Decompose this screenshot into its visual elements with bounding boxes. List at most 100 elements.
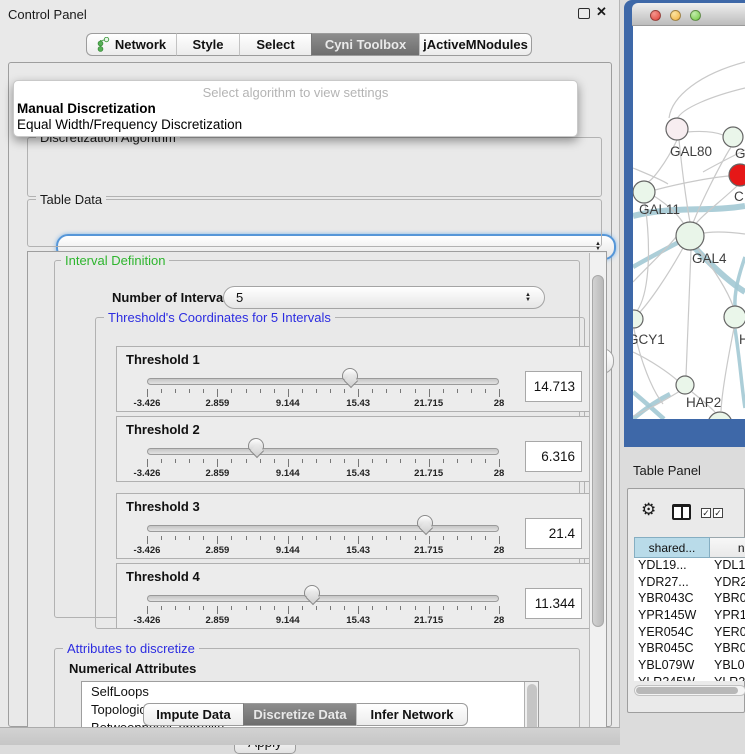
threshold-slider[interactable]: -3.4262.8599.14415.4321.71528 — [117, 494, 517, 560]
slider-track[interactable] — [147, 448, 499, 455]
table-row[interactable]: YBR045CYBR0 — [634, 641, 745, 658]
table-panel-title: Table Panel — [633, 463, 701, 478]
slider-track[interactable] — [147, 525, 499, 532]
threshold-value-field[interactable]: 14.713 — [525, 371, 582, 402]
checkbox-icon[interactable]: ✓ — [713, 508, 723, 518]
threshold-value-field[interactable]: 6.316 — [525, 441, 582, 472]
table-cell[interactable]: YDR27... — [634, 575, 710, 592]
minimize-traffic-light-icon[interactable] — [670, 10, 681, 21]
slider-thumb[interactable] — [248, 438, 264, 451]
table-row[interactable]: YER054CYER0 — [634, 625, 745, 642]
slider-track[interactable] — [147, 378, 499, 385]
panel-bottom-strip — [0, 727, 620, 745]
column-header[interactable]: shared... — [634, 537, 710, 558]
threshold-value-field[interactable]: 21.4 — [525, 518, 582, 549]
table-cell[interactable]: YBR0 — [710, 591, 745, 608]
tab-label: Cyni Toolbox — [325, 37, 406, 52]
attributes-scrollbar[interactable] — [524, 682, 538, 729]
popup-item[interactable]: Manual Discretization — [17, 101, 156, 116]
mac-window-titlebar[interactable] — [632, 3, 745, 26]
slider-thumb[interactable] — [304, 585, 320, 598]
table-row[interactable]: YBL079WYBL0 — [634, 658, 745, 675]
slider-track[interactable] — [147, 595, 499, 602]
network-node[interactable] — [724, 306, 745, 328]
table-cell[interactable]: YER0 — [710, 625, 745, 642]
table-cell[interactable]: YBL079W — [634, 658, 710, 675]
group-title: Interval Definition — [61, 253, 169, 268]
tab-label: Select — [256, 37, 294, 52]
scrollbar-thumb[interactable] — [527, 684, 537, 729]
network-node[interactable] — [676, 376, 694, 394]
tab-style[interactable]: Style — [176, 33, 239, 56]
network-edge — [721, 328, 734, 411]
popup-item[interactable]: Equal Width/Frequency Discretization — [17, 117, 242, 132]
table-cell[interactable]: YBL0 — [710, 658, 745, 675]
tab-discretize-data[interactable]: Discretize Data — [243, 703, 356, 726]
table-cell[interactable]: YBR0 — [710, 641, 745, 658]
network-canvas[interactable]: GAL80GACGAL11GAL4GCY1HHAP2 — [633, 26, 745, 419]
combo-value: 5 — [224, 290, 520, 305]
network-view-window: GAL80GACGAL11GAL4GCY1HHAP2 — [624, 0, 745, 447]
threshold-slider[interactable]: -3.4262.8599.14415.4321.71528 — [117, 564, 517, 630]
table-cell[interactable]: YLR345W — [634, 675, 710, 681]
attribute-list-item[interactable]: SelfLoops — [82, 682, 538, 700]
network-node[interactable] — [708, 412, 732, 419]
scrollbar-thumb[interactable] — [592, 275, 604, 627]
table-cell[interactable]: YDL1 — [710, 558, 745, 575]
threshold-value-field[interactable]: 11.344 — [525, 588, 582, 619]
threshold-slider[interactable]: -3.4262.8599.14415.4321.71528 — [117, 417, 517, 483]
tab-impute-data[interactable]: Impute Data — [143, 703, 243, 726]
scrollbar-thumb[interactable] — [636, 687, 738, 694]
slider-ticks — [147, 536, 499, 545]
network-node[interactable] — [676, 222, 704, 250]
slider-thumb[interactable] — [342, 368, 358, 381]
table-cell[interactable]: YER054C — [634, 625, 710, 642]
tab-infer-network[interactable]: Infer Network — [356, 703, 468, 726]
table-cell[interactable]: YBR045C — [634, 641, 710, 658]
tab-label: Style — [192, 37, 223, 52]
table-cell[interactable]: YPR145W — [634, 608, 710, 625]
tab-network[interactable]: Network — [86, 33, 176, 56]
threshold-slider[interactable]: -3.4262.8599.14415.4321.71528 — [117, 347, 517, 413]
threshold-panel: Threshold 4 -3.4262.8599.14415.4321.7152… — [116, 563, 590, 629]
slider-tick-labels: -3.4262.8599.14415.4321.71528 — [147, 398, 499, 410]
interval-definition-group: Interval Definition Number of Intervals … — [54, 260, 580, 618]
tab-jactivemnodules[interactable]: jActiveMNodules — [419, 33, 532, 56]
table-row[interactable]: YBR043CYBR0 — [634, 591, 745, 608]
cyni-toolbox-panel: Discretization Algorithm ▲▼ Table Data g… — [8, 62, 612, 727]
tab-label: Network — [115, 37, 166, 52]
slider-thumb[interactable] — [417, 515, 433, 528]
table-row[interactable]: YDL19...YDL1 — [634, 558, 745, 575]
columns-icon[interactable] — [672, 504, 691, 520]
table-cell[interactable]: YLR3 — [710, 675, 745, 681]
network-node[interactable] — [633, 181, 655, 203]
slider-tick-labels: -3.4262.8599.14415.4321.71528 — [147, 545, 499, 557]
checkbox-icon[interactable]: ✓ — [701, 508, 711, 518]
close-traffic-light-icon[interactable] — [650, 10, 661, 21]
network-node[interactable] — [633, 310, 643, 328]
close-icon[interactable]: ✕ — [596, 4, 607, 20]
settings-vertical-scrollbar[interactable] — [589, 253, 606, 729]
tab-select[interactable]: Select — [239, 33, 311, 56]
table-row[interactable]: YDR27...YDR2 — [634, 575, 745, 592]
slider-tick-labels: -3.4262.8599.14415.4321.71528 — [147, 615, 499, 627]
table-row[interactable]: YPR145WYPR1 — [634, 608, 745, 625]
network-node[interactable] — [723, 127, 743, 147]
network-node[interactable] — [729, 164, 745, 186]
table-row[interactable]: YLR345WYLR3 — [634, 675, 745, 681]
gear-icon[interactable]: ⚙ — [641, 500, 656, 520]
zoom-traffic-light-icon[interactable] — [690, 10, 701, 21]
table-cell[interactable]: YPR1 — [710, 608, 745, 625]
table-cell[interactable]: YDL19... — [634, 558, 710, 575]
table-cell[interactable]: YDR2 — [710, 575, 745, 592]
tab-cyni-toolbox[interactable]: Cyni Toolbox — [311, 33, 419, 56]
network-edge — [633, 168, 668, 184]
column-header[interactable]: na — [710, 537, 745, 558]
network-node[interactable] — [666, 118, 688, 140]
settings-scrollpane: Interval Definition Number of Intervals … — [27, 251, 607, 729]
table-horizontal-scrollbar[interactable] — [634, 685, 745, 696]
table-cell[interactable]: YBR043C — [634, 591, 710, 608]
number-of-intervals-combobox[interactable]: 5 ▲▼ — [223, 286, 545, 309]
float-window-icon[interactable] — [578, 8, 590, 19]
combo-arrows-icon: ▲▼ — [520, 293, 536, 303]
